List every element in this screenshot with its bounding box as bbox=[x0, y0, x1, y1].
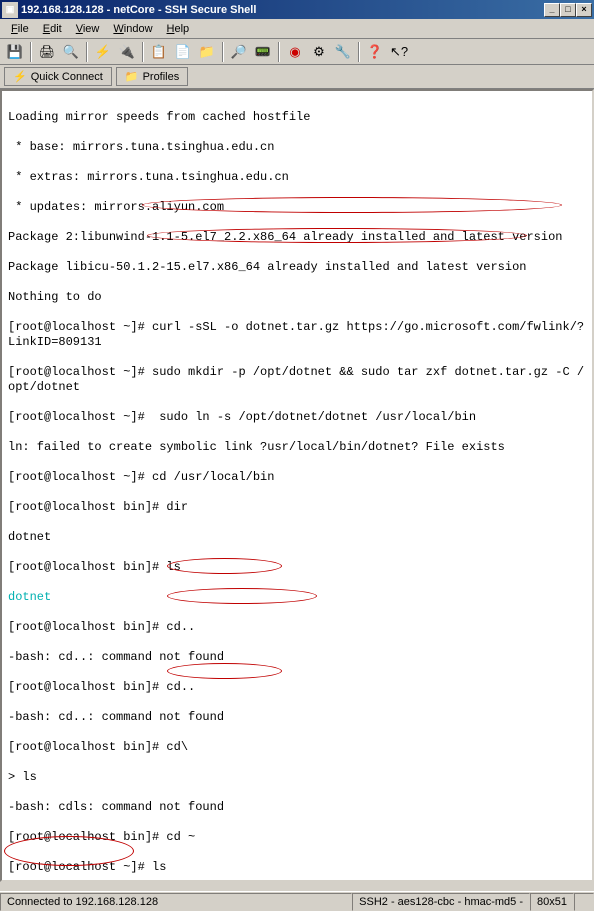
maximize-button[interactable]: □ bbox=[560, 3, 576, 17]
terminal-output[interactable]: Loading mirror speeds from cached hostfi… bbox=[0, 89, 594, 882]
menu-file[interactable]: File bbox=[4, 21, 36, 37]
paste-icon[interactable]: 📄 bbox=[172, 41, 194, 63]
minimize-button[interactable]: _ bbox=[544, 3, 560, 17]
terminal-line: [root@localhost bin]# dir bbox=[8, 500, 586, 515]
terminal-line: Loading mirror speeds from cached hostfi… bbox=[8, 110, 586, 125]
folder-icon: 📁 bbox=[125, 70, 139, 83]
settings-icon[interactable]: ⚙ bbox=[308, 41, 330, 63]
terminal-line: [root@localhost ~]# ls bbox=[8, 860, 586, 875]
terminal-line: -bash: cdls: command not found bbox=[8, 800, 586, 815]
terminal-line: * base: mirrors.tuna.tsinghua.edu.cn bbox=[8, 140, 586, 155]
separator bbox=[142, 42, 144, 62]
terminal-line: dotnet bbox=[8, 530, 586, 545]
terminal-line: -bash: cd..: command not found bbox=[8, 650, 586, 665]
separator bbox=[358, 42, 360, 62]
separator bbox=[30, 42, 32, 62]
terminal-line: dotnet bbox=[8, 590, 586, 605]
disconnect-icon[interactable]: 🔌 bbox=[116, 41, 138, 63]
menu-window[interactable]: Window bbox=[106, 21, 159, 37]
window-title: 192.168.128.128 - netCore - SSH Secure S… bbox=[21, 4, 544, 16]
close-button[interactable]: × bbox=[576, 3, 592, 17]
tools-icon[interactable]: 🔧 bbox=[332, 41, 354, 63]
app-icon: ▣ bbox=[2, 2, 18, 18]
folder-icon[interactable]: 📁 bbox=[196, 41, 218, 63]
status-size: 80x51 bbox=[530, 893, 574, 911]
tab-quick-connect[interactable]: ⚡ Quick Connect bbox=[4, 67, 112, 86]
terminal-icon[interactable]: 📟 bbox=[252, 41, 274, 63]
save-icon[interactable]: 💾 bbox=[4, 41, 26, 63]
pointer-help-icon[interactable]: ↖? bbox=[388, 41, 410, 63]
annotation-ellipse bbox=[167, 663, 282, 679]
terminal-line: [root@localhost ~]# sudo mkdir -p /opt/d… bbox=[8, 365, 586, 395]
menu-view[interactable]: View bbox=[69, 21, 107, 37]
preview-icon[interactable]: 🔍 bbox=[60, 41, 82, 63]
menu-help[interactable]: Help bbox=[160, 21, 197, 37]
find-icon[interactable]: 🔎 bbox=[228, 41, 250, 63]
separator bbox=[222, 42, 224, 62]
menu-bar: File Edit View Window Help bbox=[0, 19, 594, 39]
print-icon[interactable]: 🖨 bbox=[36, 41, 58, 63]
terminal-line: [root@localhost ~]# sudo ln -s /opt/dotn… bbox=[8, 410, 586, 425]
terminal-line: [root@localhost bin]# cd.. bbox=[8, 680, 586, 695]
tab-label: Quick Connect bbox=[31, 71, 103, 83]
terminal-line: [root@localhost bin]# cd.. bbox=[8, 620, 586, 635]
terminal-line: * extras: mirrors.tuna.tsinghua.edu.cn bbox=[8, 170, 586, 185]
title-bar: ▣ 192.168.128.128 - netCore - SSH Secure… bbox=[0, 0, 594, 19]
status-connection: Connected to 192.168.128.128 bbox=[0, 893, 352, 911]
terminal-line: Nothing to do bbox=[8, 290, 586, 305]
tab-bar: ⚡ Quick Connect 📁 Profiles bbox=[0, 65, 594, 89]
terminal-line: [root@localhost bin]# ls bbox=[8, 560, 586, 575]
status-protocol: SSH2 - aes128-cbc - hmac-md5 - bbox=[352, 893, 530, 911]
tab-profiles[interactable]: 📁 Profiles bbox=[116, 67, 188, 86]
copy-icon[interactable]: 📋 bbox=[148, 41, 170, 63]
separator bbox=[278, 42, 280, 62]
status-blank bbox=[574, 893, 594, 911]
terminal-line: * updates: mirrors.aliyun.com bbox=[8, 200, 586, 215]
color-icon[interactable]: ◉ bbox=[284, 41, 306, 63]
toolbar: 💾 🖨 🔍 ⚡ 🔌 📋 📄 📁 🔎 📟 ◉ ⚙ 🔧 ❓ ↖? bbox=[0, 39, 594, 65]
terminal-line: > ls bbox=[8, 770, 586, 785]
connect-icon[interactable]: ⚡ bbox=[92, 41, 114, 63]
terminal-line: Package libicu-50.1.2-15.el7.x86_64 alre… bbox=[8, 260, 586, 275]
terminal-line: [root@localhost bin]# cd\ bbox=[8, 740, 586, 755]
terminal-line: [root@localhost bin]# cd ~ bbox=[8, 830, 586, 845]
terminal-line: Package 2:libunwind-1.1-5.el7_2.2.x86_64… bbox=[8, 230, 586, 245]
terminal-line: ln: failed to create symbolic link ?usr/… bbox=[8, 440, 586, 455]
menu-edit[interactable]: Edit bbox=[36, 21, 69, 37]
separator bbox=[86, 42, 88, 62]
terminal-line: [root@localhost ~]# curl -sSL -o dotnet.… bbox=[8, 320, 586, 350]
terminal-line: -bash: cd..: command not found bbox=[8, 710, 586, 725]
terminal-line: [root@localhost ~]# cd /usr/local/bin bbox=[8, 470, 586, 485]
tab-label: Profiles bbox=[143, 71, 180, 83]
help-icon[interactable]: ❓ bbox=[364, 41, 386, 63]
status-bar: Connected to 192.168.128.128 SSH2 - aes1… bbox=[0, 891, 594, 911]
lightning-icon: ⚡ bbox=[13, 70, 27, 83]
